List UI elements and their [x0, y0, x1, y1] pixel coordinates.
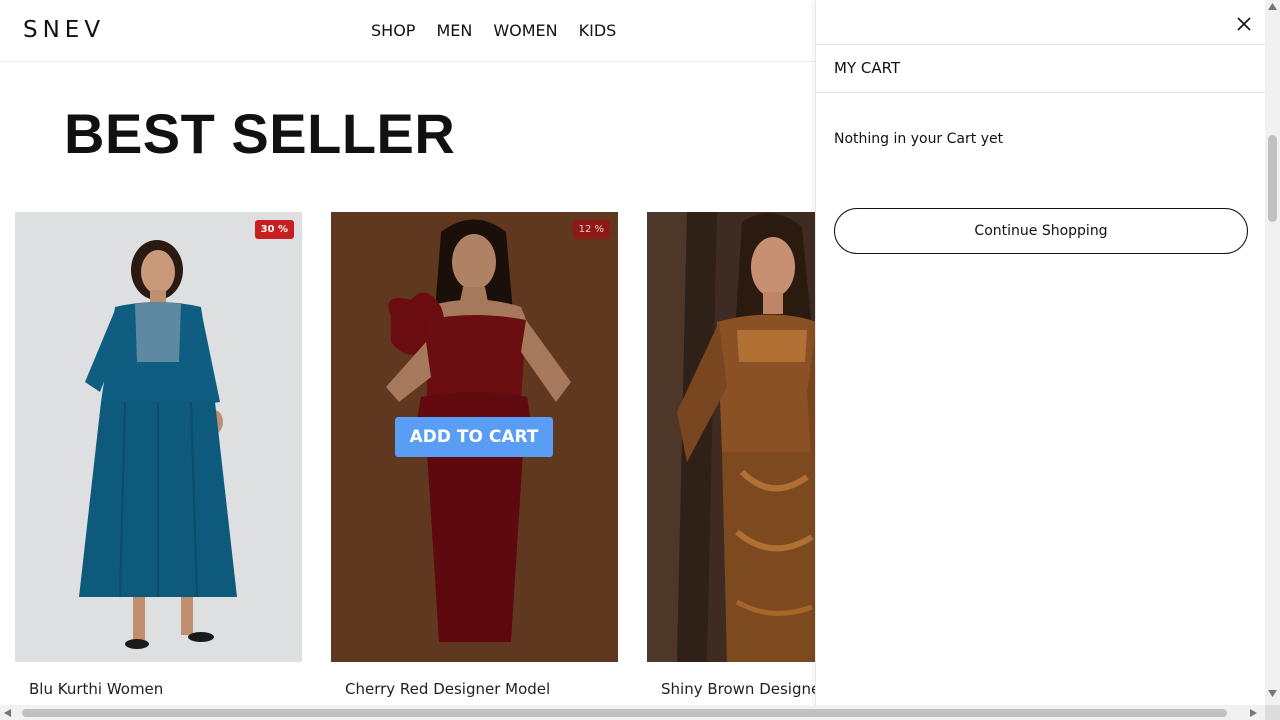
vertical-scrollbar[interactable]	[1265, 0, 1280, 705]
cart-title: MY CART	[834, 59, 901, 77]
horizontal-scroll-thumb[interactable]	[22, 709, 1227, 717]
product-card[interactable]: 12 % ADD TO CART Cherry Red Designer Mod…	[331, 212, 618, 698]
cart-empty-message: Nothing in your Cart yet	[834, 131, 1004, 147]
vertical-scroll-thumb[interactable]	[1268, 135, 1277, 222]
cart-drawer: MY CART Nothing in your Cart yet Continu…	[815, 0, 1265, 705]
add-to-cart-button[interactable]: ADD TO CART	[395, 417, 553, 457]
product-card[interactable]: 30 % Blu Kurthi Women	[15, 212, 302, 698]
main-nav: SHOP MEN WOMEN KIDS	[371, 21, 637, 40]
horizontal-scrollbar[interactable]	[0, 705, 1265, 720]
scrollbar-corner	[1265, 705, 1280, 720]
scroll-down-arrow-icon[interactable]	[1268, 690, 1277, 697]
brand-logo[interactable]: SNEV	[23, 17, 105, 43]
product-image-blue-kurthi[interactable]: 30 %	[15, 212, 302, 662]
divider	[816, 44, 1265, 45]
product-name[interactable]: Cherry Red Designer Model	[345, 680, 550, 698]
discount-badge: 30 %	[254, 220, 294, 239]
scroll-left-arrow-icon[interactable]	[4, 709, 11, 717]
scroll-right-arrow-icon[interactable]	[1250, 709, 1257, 717]
product-image-cherry-red[interactable]: 12 % ADD TO CART	[331, 212, 618, 662]
nav-kids[interactable]: KIDS	[579, 21, 617, 40]
scroll-up-arrow-icon[interactable]	[1268, 3, 1277, 10]
divider	[816, 92, 1265, 93]
discount-badge: 12 %	[572, 220, 610, 239]
continue-shopping-button[interactable]: Continue Shopping	[834, 208, 1248, 254]
nav-men[interactable]: MEN	[436, 21, 472, 40]
page: SNEV SHOP MEN WOMEN KIDS BEST SELLER 30 …	[0, 0, 1265, 705]
close-icon[interactable]	[1234, 14, 1254, 34]
product-name[interactable]: Shiny Brown Designer	[661, 680, 826, 698]
nav-shop[interactable]: SHOP	[371, 21, 415, 40]
product-name[interactable]: Blu Kurthi Women	[29, 680, 163, 698]
section-title: BEST SELLER	[64, 102, 456, 165]
nav-women[interactable]: WOMEN	[493, 21, 557, 40]
